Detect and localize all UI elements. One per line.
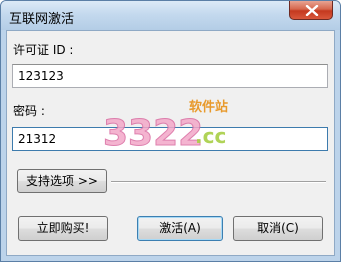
title-bar[interactable]: 互联网激活 — [1, 1, 340, 30]
activation-dialog: 互联网激活 许可证 ID : 123123 密码 : 21312 支持选项 >>… — [0, 0, 341, 262]
license-id-field[interactable]: 123123 — [12, 64, 328, 88]
buy-now-button[interactable]: 立即购买! — [18, 216, 108, 241]
password-field[interactable]: 21312 — [12, 127, 328, 151]
activate-button[interactable]: 激活(A) — [137, 216, 223, 241]
window-title: 互联网激活 — [9, 12, 75, 27]
cancel-button[interactable]: 取消(C) — [233, 216, 323, 241]
separator-line — [111, 181, 326, 183]
dialog-body: 许可证 ID : 123123 密码 : 21312 支持选项 >> 立即购买!… — [6, 30, 335, 256]
support-options-button[interactable]: 支持选项 >> — [17, 169, 107, 193]
license-id-label: 许可证 ID : — [13, 43, 74, 57]
password-label: 密码 : — [13, 104, 45, 118]
close-icon — [305, 5, 319, 16]
close-button[interactable] — [289, 1, 333, 20]
